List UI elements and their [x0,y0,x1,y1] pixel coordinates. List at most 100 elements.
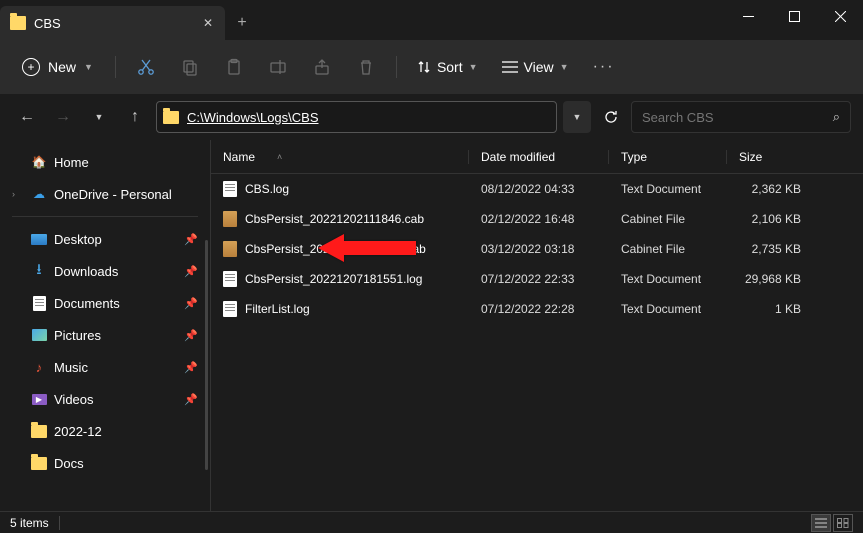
column-size[interactable]: Size [727,150,817,164]
sidebar-item-music[interactable]: ♪ Music 📌 [0,351,210,383]
sidebar-item-pictures[interactable]: Pictures 📌 [0,319,210,351]
delete-button[interactable] [346,47,386,87]
sidebar-item-onedrive[interactable]: › ☁ OneDrive - Personal [0,178,210,210]
sidebar-item-documents[interactable]: Documents 📌 [0,287,210,319]
tab-cbs[interactable]: CBS ✕ [0,6,225,40]
file-date: 02/12/2022 16:48 [469,212,609,226]
column-name[interactable]: Name˄ [211,150,469,164]
file-name: CbsPersist_20221202220024.cab [245,242,426,256]
cabinet-icon [223,211,237,227]
thumbnails-view-button[interactable] [833,514,853,532]
file-name: CBS.log [245,182,289,196]
sidebar-item-videos[interactable]: ▶ Videos 📌 [0,383,210,415]
new-tab-button[interactable]: + [225,6,259,40]
tab-title: CBS [34,16,193,31]
more-button[interactable]: ··· [583,58,625,76]
file-type: Text Document [609,302,727,316]
document-icon [223,181,237,197]
file-type: Cabinet File [609,212,727,226]
maximize-button[interactable] [771,0,817,32]
search-icon[interactable]: ⌕ [833,109,840,125]
rename-button[interactable] [258,47,298,87]
item-icon: ▶ [30,394,48,405]
chevron-down-icon: ▼ [560,62,569,72]
cabinet-icon [223,241,237,257]
sort-indicator-icon: ˄ [277,152,282,162]
item-icon [30,296,48,311]
document-icon [223,301,237,317]
document-icon [223,271,237,287]
expand-icon[interactable]: › [12,189,24,199]
file-row[interactable]: FilterList.log 07/12/2022 22:28 Text Doc… [211,294,863,324]
file-name: CbsPersist_20221202111846.cab [245,212,424,226]
file-size: 2,106 KB [727,212,817,226]
file-size: 29,968 KB [727,272,817,286]
close-button[interactable] [817,0,863,32]
cut-button[interactable] [126,47,166,87]
search-input[interactable] [642,110,833,125]
item-icon [30,457,48,470]
address-bar[interactable]: C:\Windows\Logs\CBS [156,101,557,133]
folder-icon [10,16,26,30]
item-icon [30,329,48,341]
file-row[interactable]: CBS.log 08/12/2022 04:33 Text Document 2… [211,174,863,204]
file-date: 03/12/2022 03:18 [469,242,609,256]
minimize-button[interactable] [725,0,771,32]
item-icon [30,234,48,245]
pin-icon: 📌 [184,393,198,406]
forward-button[interactable]: → [48,102,78,132]
status-bar: 5 items [0,511,863,533]
address-dropdown[interactable]: ▼ [563,101,591,133]
view-button[interactable]: View ▼ [492,53,579,81]
sidebar-item-home[interactable]: 🏠 Home [0,146,210,178]
view-icon [502,60,518,74]
file-list: Name˄ Date modified Type Size CBS.log 08… [210,140,863,511]
address-path: C:\Windows\Logs\CBS [187,110,319,125]
pin-icon: 📌 [184,233,198,246]
pin-icon: 📌 [184,361,198,374]
column-type[interactable]: Type [609,150,727,164]
home-icon: 🏠 [30,155,48,169]
search-box[interactable]: ⌕ [631,101,851,133]
close-tab-icon[interactable]: ✕ [201,16,215,30]
folder-icon [163,111,179,124]
paste-button[interactable] [214,47,254,87]
file-row[interactable]: CbsPersist_20221202220024.cab 03/12/2022… [211,234,863,264]
refresh-button[interactable] [597,101,625,133]
sort-icon [417,60,431,74]
file-row[interactable]: CbsPersist_20221207181551.log 07/12/2022… [211,264,863,294]
file-name: FilterList.log [245,302,310,316]
file-type: Cabinet File [609,242,727,256]
back-button[interactable]: ← [12,102,42,132]
window-controls [725,0,863,32]
column-date[interactable]: Date modified [469,150,609,164]
up-button[interactable]: ↑ [120,102,150,132]
sidebar-item-2022-12[interactable]: 2022-12 [0,415,210,447]
chevron-down-icon: ▼ [469,62,478,72]
pin-icon: 📌 [184,329,198,342]
new-button[interactable]: + New ▼ [10,52,105,82]
sidebar-item-desktop[interactable]: Desktop 📌 [0,223,210,255]
file-size: 2,735 KB [727,242,817,256]
sidebar-item-docs[interactable]: Docs [0,447,210,479]
file-size: 1 KB [727,302,817,316]
sort-button[interactable]: Sort ▼ [407,53,488,81]
recent-button[interactable]: ▼ [84,102,114,132]
navbar: ← → ▼ ↑ C:\Windows\Logs\CBS ▼ ⌕ [0,94,863,140]
plus-icon: + [22,58,40,76]
share-button[interactable] [302,47,342,87]
item-icon: ♪ [30,360,48,375]
column-headers: Name˄ Date modified Type Size [211,140,863,174]
cloud-icon: ☁ [30,187,48,201]
file-row[interactable]: CbsPersist_20221202111846.cab 02/12/2022… [211,204,863,234]
file-date: 07/12/2022 22:33 [469,272,609,286]
details-view-button[interactable] [811,514,831,532]
item-count: 5 items [10,516,49,530]
toolbar: + New ▼ Sort ▼ View ▼ ··· [0,40,863,94]
sidebar-item-downloads[interactable]: ⭳ Downloads 📌 [0,255,210,287]
item-icon [30,425,48,438]
item-icon: ⭳ [30,259,48,284]
copy-button[interactable] [170,47,210,87]
scrollbar[interactable] [205,240,208,470]
pin-icon: 📌 [184,297,198,310]
